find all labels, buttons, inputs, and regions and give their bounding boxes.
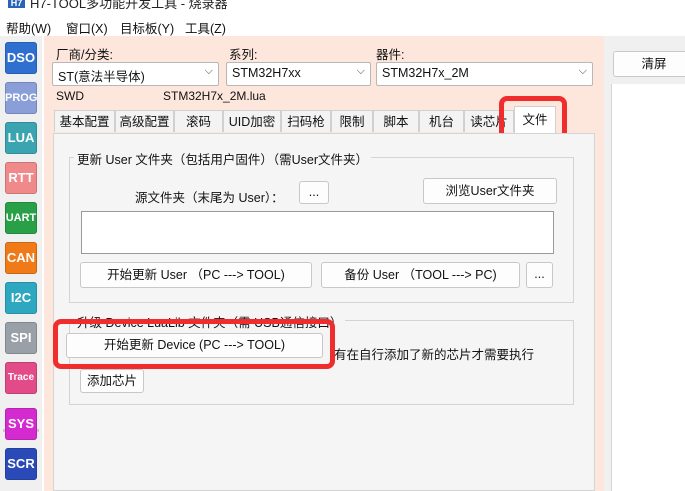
tab-machine[interactable]: 机台: [419, 110, 464, 132]
rtt-button[interactable]: RTT: [5, 162, 37, 194]
tab-uid-encrypt[interactable]: UID加密: [223, 110, 281, 132]
window-title: H7-TOOL多功能开发工具 - 烧录器: [30, 0, 228, 11]
menu-target-board[interactable]: 目标板(Y): [120, 18, 174, 37]
device-update-note: 有在自行添加了新的芯片才需要执行: [334, 348, 535, 362]
series-value: STM32H7xx: [232, 66, 301, 80]
tab-scanner[interactable]: 扫码枪: [281, 110, 331, 132]
left-toolbar: DSO PROG LUA RTT UART CAN I2C SPI Trace …: [0, 36, 42, 491]
log-area: [611, 84, 685, 491]
chevron-down-icon: ⌵: [578, 65, 587, 77]
series-select[interactable]: STM32H7xx ⌵: [226, 62, 371, 86]
add-chip-button[interactable]: 添加芯片: [80, 369, 144, 393]
lua-file-label: STM32H7x_2M.lua: [163, 89, 266, 103]
tab-limit[interactable]: 限制: [331, 110, 373, 132]
scr-button[interactable]: SCR: [5, 448, 37, 480]
source-folder-label: 源文件夹（末尾为 User）：: [135, 191, 284, 205]
dso-button[interactable]: DSO: [5, 42, 37, 74]
backup-user-button[interactable]: 备份 User （TOOL ---> PC): [321, 262, 520, 288]
title-bar: H7 H7-TOOL多功能开发工具 - 烧录器: [0, 0, 685, 16]
vendor-value: ST(意法半导体): [58, 70, 145, 84]
tab-rolling-code[interactable]: 滚码: [174, 110, 223, 132]
tab-basic-config[interactable]: 基本配置: [54, 110, 115, 132]
start-update-user-button[interactable]: 开始更新 User （PC ---> TOOL): [80, 262, 312, 288]
trace-button[interactable]: Trace: [5, 362, 37, 394]
prog-button[interactable]: PROG: [5, 82, 37, 114]
series-label: 系列:: [229, 48, 258, 62]
clear-screen-button[interactable]: 清屏: [613, 51, 685, 77]
vendor-select[interactable]: ST(意法半导体) ⌵: [52, 62, 219, 86]
app-icon: H7: [8, 0, 25, 8]
spi-button[interactable]: SPI: [5, 322, 37, 354]
user-group-title: 更新 User 文件夹（包括用户固件）（需User文件夹）: [74, 149, 371, 168]
device-label: 器件:: [376, 48, 405, 62]
sys-button[interactable]: SYS: [5, 408, 37, 440]
browse-user-folder-button[interactable]: 浏览User文件夹: [423, 178, 557, 204]
lua-button[interactable]: LUA: [5, 122, 37, 154]
vendor-label: 厂商/分类:: [56, 48, 113, 62]
menu-bar: 帮助(W) 窗口(X) 目标板(Y) 工具(Z): [0, 16, 685, 36]
tab-advanced-config[interactable]: 高级配置: [115, 110, 174, 132]
highlight-box: [53, 319, 335, 369]
tab-script[interactable]: 脚本: [373, 110, 419, 132]
chevron-down-icon: ⌵: [204, 65, 213, 77]
menu-window[interactable]: 窗口(X): [66, 18, 108, 37]
i2c-button[interactable]: I2C: [5, 282, 37, 314]
chevron-down-icon: ⌵: [356, 65, 365, 77]
menu-help[interactable]: 帮助(W): [6, 18, 51, 37]
menu-tools[interactable]: 工具(Z): [185, 18, 226, 37]
device-value: STM32H7x_2M: [382, 66, 469, 80]
device-select[interactable]: STM32H7x_2M ⌵: [376, 62, 593, 86]
user-folder-path-input[interactable]: [81, 211, 554, 254]
interface-label: SWD: [56, 89, 84, 103]
backup-more-button[interactable]: ...: [526, 262, 553, 288]
browse-small-button[interactable]: ...: [299, 181, 329, 204]
uart-button[interactable]: UART: [5, 202, 37, 234]
can-button[interactable]: CAN: [5, 242, 37, 274]
